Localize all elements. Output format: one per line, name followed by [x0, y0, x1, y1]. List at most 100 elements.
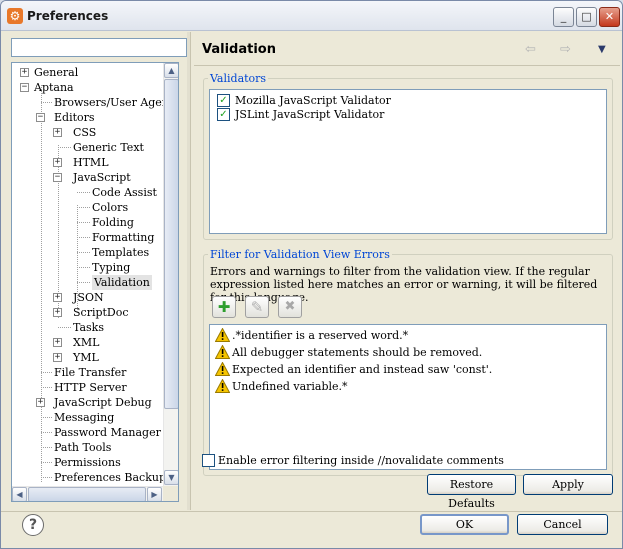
novalidate-checkbox[interactable] — [202, 454, 215, 467]
title-separator — [194, 65, 620, 66]
view-menu-icon[interactable]: ▼ — [598, 44, 606, 55]
validator-checkbox[interactable]: ✓ — [217, 94, 230, 107]
tree-item[interactable]: + YML — [12, 350, 163, 365]
expand-plus-icon[interactable]: + — [53, 308, 62, 317]
delete-x-icon: ✖ — [284, 299, 296, 314]
validators-list: ✓ Mozilla JavaScript Validator ✓ JSLint … — [209, 89, 607, 234]
tree-item[interactable]: + General — [12, 65, 163, 80]
tree-item[interactable]: + ScriptDoc — [12, 305, 163, 320]
cancel-button[interactable]: Cancel — [517, 514, 608, 535]
apply-button[interactable]: Apply — [523, 474, 613, 495]
tree-item[interactable]: Colors — [12, 200, 163, 215]
add-icon: ✚ — [217, 298, 231, 316]
tree-item-label: HTTP Server — [54, 381, 127, 394]
scroll-right-arrow-icon[interactable]: ▶ — [147, 487, 162, 501]
filter-description: Errors and warnings to filter from the v… — [210, 265, 598, 304]
tree-item-label: Typing — [92, 261, 131, 274]
tree-viewport: +General−AptanaBrowsers/User Agents−Edit… — [12, 63, 163, 483]
tree-item-label: Preferences Backup — [54, 471, 163, 483]
maximize-button[interactable]: □ — [576, 7, 597, 27]
page-title: Validation — [202, 42, 276, 57]
warning-icon — [215, 345, 230, 359]
filter-input[interactable] — [11, 38, 187, 57]
bottom-separator — [1, 511, 622, 512]
filter-item[interactable]: Expected an identifier and instead saw '… — [232, 363, 492, 376]
scrollbar-thumb[interactable] — [164, 79, 178, 409]
tree-item-label: JSON — [73, 291, 104, 304]
expand-plus-icon[interactable]: + — [20, 68, 29, 77]
filter-item[interactable]: All debugger statements should be remove… — [232, 346, 482, 359]
tree-vertical-scrollbar[interactable]: ▲ ▼ — [163, 63, 178, 486]
tree-item[interactable]: Validation — [12, 275, 163, 290]
tree-horizontal-scrollbar[interactable]: ◀ ▶ — [12, 486, 163, 501]
edit-filter-button[interactable]: ✎ — [245, 296, 269, 318]
minimize-button[interactable]: _ — [553, 7, 574, 27]
help-icon[interactable]: ? — [22, 514, 44, 536]
tree-item[interactable]: Code Assist — [12, 185, 163, 200]
edit-pencil-icon: ✎ — [250, 298, 264, 316]
splitter-sash[interactable] — [187, 32, 191, 510]
dialog-body: +General−AptanaBrowsers/User Agents−Edit… — [1, 32, 622, 548]
tree-item[interactable]: + JavaScript Debug — [12, 395, 163, 410]
tree-item[interactable]: − Editors — [12, 110, 163, 125]
tree-item[interactable]: + JSON — [12, 290, 163, 305]
tree-item[interactable]: − JavaScript — [12, 170, 163, 185]
tree-item[interactable]: Password Manager — [12, 425, 163, 440]
title-bar: ⚙ Preferences _ □ ✕ — [1, 1, 622, 31]
tree-item[interactable]: File Transfer — [12, 365, 163, 380]
restore-defaults-button[interactable]: Restore Defaults — [427, 474, 516, 510]
validator-checkbox[interactable]: ✓ — [217, 108, 230, 121]
forward-arrow-icon[interactable]: ⇨ — [560, 42, 571, 57]
delete-filter-button[interactable]: ✖ — [278, 296, 302, 318]
preference-tree: +General−AptanaBrowsers/User Agents−Edit… — [11, 62, 179, 502]
tree-item[interactable]: Tasks — [12, 320, 163, 335]
scroll-left-arrow-icon[interactable]: ◀ — [12, 487, 27, 501]
tree-item[interactable]: Formatting — [12, 230, 163, 245]
add-filter-button[interactable]: ✚ — [212, 296, 236, 318]
expand-plus-icon[interactable]: + — [53, 293, 62, 302]
tree-item[interactable]: Browsers/User Agents — [12, 95, 163, 110]
validator-label: Mozilla JavaScript Validator — [235, 94, 391, 107]
tree-item-label: Formatting — [92, 231, 155, 244]
tree-item[interactable]: Preferences Backup — [12, 470, 163, 483]
tree-item-label: Messaging — [54, 411, 115, 424]
tree-item-label: ScriptDoc — [73, 306, 129, 319]
tree-item[interactable]: Path Tools — [12, 440, 163, 455]
expand-plus-icon[interactable]: + — [53, 128, 62, 137]
tree-item[interactable]: Permissions — [12, 455, 163, 470]
h-scrollbar-thumb[interactable] — [28, 487, 146, 501]
filter-list: .*identifier is a reserved word.* All deb… — [209, 324, 607, 470]
tree-item-label: Path Tools — [54, 441, 112, 454]
tree-item[interactable]: HTTP Server — [12, 380, 163, 395]
warning-icon — [215, 328, 230, 342]
back-arrow-icon[interactable]: ⇦ — [525, 42, 536, 57]
tree-item[interactable]: − Aptana — [12, 80, 163, 95]
warning-icon — [215, 362, 230, 376]
filter-group: Filter for Validation View Errors Errors… — [203, 248, 613, 476]
ok-button[interactable]: OK — [420, 514, 509, 535]
expand-plus-icon[interactable]: + — [53, 158, 62, 167]
scroll-up-arrow-icon[interactable]: ▲ — [164, 63, 178, 78]
filter-item[interactable]: Undefined variable.* — [232, 380, 348, 393]
filter-item[interactable]: .*identifier is a reserved word.* — [232, 329, 408, 342]
tree-item-label: Browsers/User Agents — [54, 96, 163, 109]
tree-item[interactable]: Generic Text — [12, 140, 163, 155]
tree-item[interactable]: Typing — [12, 260, 163, 275]
collapse-minus-icon[interactable]: − — [53, 173, 62, 182]
tree-item[interactable]: Messaging — [12, 410, 163, 425]
tree-item-label: Aptana — [34, 81, 74, 94]
scroll-down-arrow-icon[interactable]: ▼ — [164, 470, 178, 485]
expand-plus-icon[interactable]: + — [53, 338, 62, 347]
tree-item-label: File Transfer — [54, 366, 127, 379]
collapse-minus-icon[interactable]: − — [36, 113, 45, 122]
close-button[interactable]: ✕ — [599, 7, 620, 27]
collapse-minus-icon[interactable]: − — [20, 83, 29, 92]
tree-item[interactable]: + HTML — [12, 155, 163, 170]
tree-item[interactable]: Folding — [12, 215, 163, 230]
tree-item[interactable]: + XML — [12, 335, 163, 350]
tree-item[interactable]: Templates — [12, 245, 163, 260]
tree-item[interactable]: + CSS — [12, 125, 163, 140]
expand-plus-icon[interactable]: + — [53, 353, 62, 362]
expand-plus-icon[interactable]: + — [36, 398, 45, 407]
validators-group: Validators ✓ Mozilla JavaScript Validato… — [203, 72, 613, 240]
